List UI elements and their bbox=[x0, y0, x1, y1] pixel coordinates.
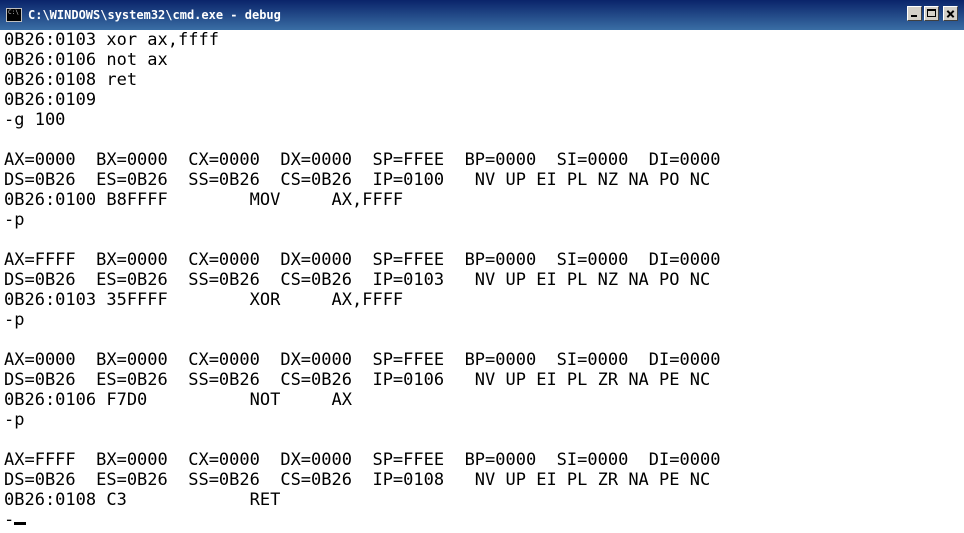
console-line: 0B26:0103 xor ax,ffff bbox=[4, 30, 219, 50]
console-line: DS=0B26 ES=0B26 SS=0B26 CS=0B26 IP=0106 … bbox=[4, 370, 711, 390]
minimize-icon[interactable] bbox=[907, 6, 922, 21]
console-line: AX=0000 BX=0000 CX=0000 DX=0000 SP=FFEE … bbox=[4, 350, 721, 370]
console-line: 0B26:0100 B8FFFF MOV AX,FFFF bbox=[4, 190, 404, 210]
console-line: -p bbox=[4, 410, 25, 430]
console-line: 0B26:0106 not ax bbox=[4, 50, 168, 70]
console-line: DS=0B26 ES=0B26 SS=0B26 CS=0B26 IP=0103 … bbox=[4, 270, 711, 290]
console-line: -g 100 bbox=[4, 110, 66, 130]
text-cursor bbox=[14, 522, 27, 525]
console-window: C:\ C:\WINDOWS\system32\cmd.exe - debug … bbox=[0, 0, 964, 533]
console-icon[interactable]: C:\ bbox=[6, 8, 22, 22]
console-line: 0B26:0108 C3 RET bbox=[4, 490, 281, 510]
window-title: C:\WINDOWS\system32\cmd.exe - debug bbox=[28, 8, 281, 22]
console-output[interactable]: 0B26:0103 xor ax,ffff 0B26:0106 not ax 0… bbox=[4, 30, 960, 533]
console-line: -p bbox=[4, 310, 25, 330]
window-controls bbox=[907, 6, 958, 21]
console-line: 0B26:0109 bbox=[4, 90, 97, 110]
console-line: AX=FFFF BX=0000 CX=0000 DX=0000 SP=FFEE … bbox=[4, 450, 721, 470]
close-icon[interactable] bbox=[943, 6, 958, 21]
maximize-icon[interactable] bbox=[924, 6, 939, 21]
console-line: DS=0B26 ES=0B26 SS=0B26 CS=0B26 IP=0100 … bbox=[4, 170, 711, 190]
console-line: 0B26:0103 35FFFF XOR AX,FFFF bbox=[4, 290, 404, 310]
console-line: 0B26:0106 F7D0 NOT AX bbox=[4, 390, 352, 410]
title-bar[interactable]: C:\ C:\WINDOWS\system32\cmd.exe - debug bbox=[0, 0, 964, 30]
console-line: AX=FFFF BX=0000 CX=0000 DX=0000 SP=FFEE … bbox=[4, 250, 721, 270]
console-line: 0B26:0108 ret bbox=[4, 70, 138, 90]
command-prompt[interactable]: - bbox=[4, 510, 960, 530]
console-line: -p bbox=[4, 210, 25, 230]
prompt-symbol: - bbox=[4, 510, 15, 530]
console-line: AX=0000 BX=0000 CX=0000 DX=0000 SP=FFEE … bbox=[4, 150, 721, 170]
console-line: DS=0B26 ES=0B26 SS=0B26 CS=0B26 IP=0108 … bbox=[4, 470, 711, 490]
